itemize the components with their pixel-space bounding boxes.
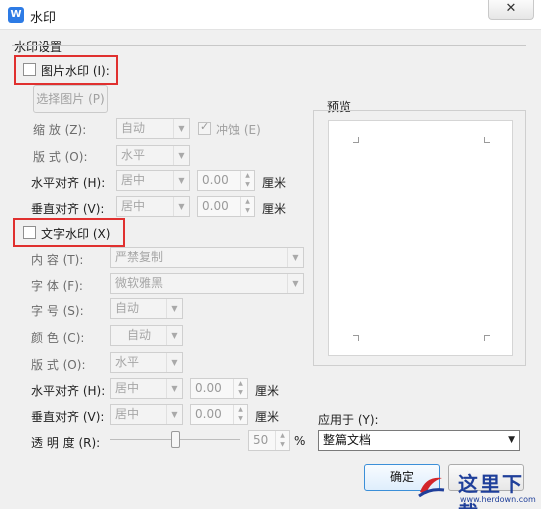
select-picture-button[interactable]: 选择图片 (P) xyxy=(33,85,108,113)
text-layout-label: 版 式 (O): xyxy=(31,358,86,372)
picture-halign-offset[interactable]: 0.00 ▲ ▼ xyxy=(197,170,255,191)
wps-writer-icon: W xyxy=(8,7,24,23)
text-halign-select[interactable]: 居中 ▼ xyxy=(110,378,183,399)
picture-valign-label: 垂直对齐 (V): xyxy=(31,202,105,216)
font-select[interactable]: 微软雅黑 ▼ xyxy=(110,273,304,294)
margin-corner-icon xyxy=(484,335,490,341)
picture-valign-offset[interactable]: 0.00 ▲ ▼ xyxy=(197,196,255,217)
transparency-slider-thumb[interactable] xyxy=(171,431,180,448)
text-halign-unit: 厘米 xyxy=(255,384,280,398)
picture-halign-label: 水平对齐 (H): xyxy=(31,176,106,190)
chevron-down-icon: ▼ xyxy=(166,326,182,345)
color-label: 颜 色 (C): xyxy=(31,331,85,345)
text-halign-offset[interactable]: 0.00 ▲ ▼ xyxy=(190,378,248,399)
apply-to-label: 应用于 (Y): xyxy=(318,413,379,427)
text-halign-label: 水平对齐 (H): xyxy=(31,384,106,398)
text-valign-label: 垂直对齐 (V): xyxy=(31,410,105,424)
chevron-down-icon: ▼ xyxy=(173,146,189,165)
washout-label: 冲蚀 (E) xyxy=(216,123,261,137)
section-title: 水印设置 xyxy=(14,40,63,54)
picture-watermark-label: 图片水印 (I): xyxy=(41,64,110,78)
apply-to-select[interactable]: 整篇文档 ▼ xyxy=(318,430,520,451)
spin-arrows-icon[interactable]: ▲ ▼ xyxy=(240,197,254,216)
washout-checkbox[interactable] xyxy=(198,120,211,135)
transparency-input[interactable]: 50 ▲ ▼ xyxy=(248,430,290,451)
picture-watermark-checkbox[interactable] xyxy=(23,63,36,76)
chevron-down-icon: ▼ xyxy=(287,274,303,293)
site-logo-icon xyxy=(418,477,445,498)
chevron-down-icon: ▼ xyxy=(166,299,182,318)
chevron-down-icon: ▼ xyxy=(166,379,182,398)
margin-corner-icon xyxy=(353,137,359,143)
text-valign-offset[interactable]: 0.00 ▲ ▼ xyxy=(190,404,248,425)
picture-halign-select[interactable]: 居中 ▼ xyxy=(116,170,190,191)
content-select[interactable]: 严禁复制 ▼ xyxy=(110,247,304,268)
chevron-down-icon: ▼ xyxy=(173,171,189,190)
spin-arrows-icon[interactable]: ▲ ▼ xyxy=(240,171,254,190)
size-label: 字 号 (S): xyxy=(31,304,84,318)
spin-arrows-icon[interactable]: ▲ ▼ xyxy=(275,431,289,450)
picture-layout-select[interactable]: 水平 ▼ xyxy=(116,145,190,166)
picture-layout-label: 版 式 (O): xyxy=(33,150,88,164)
section-divider xyxy=(12,45,526,46)
window-title: 水印 xyxy=(30,11,57,26)
chevron-down-icon: ▼ xyxy=(508,435,515,445)
picture-valign-unit: 厘米 xyxy=(262,202,287,216)
chevron-down-icon: ▼ xyxy=(287,248,303,267)
preview-page xyxy=(328,120,513,356)
margin-corner-icon xyxy=(353,335,359,341)
transparency-unit: % xyxy=(294,434,306,448)
site-watermark: 这里下载 www.herdown.com xyxy=(410,466,541,509)
close-button[interactable]: ✕ xyxy=(488,0,534,20)
scale-label: 缩 放 (Z): xyxy=(33,123,87,137)
text-layout-select[interactable]: 水平 ▼ xyxy=(110,352,183,373)
transparency-label: 透 明 度 (R): xyxy=(31,436,101,450)
chevron-down-icon: ▼ xyxy=(166,405,182,424)
picture-halign-unit: 厘米 xyxy=(262,176,287,190)
margin-corner-icon xyxy=(484,137,490,143)
text-watermark-checkbox[interactable] xyxy=(23,226,36,239)
text-valign-select[interactable]: 居中 ▼ xyxy=(110,404,183,425)
content-label: 内 容 (T): xyxy=(31,253,84,267)
text-valign-unit: 厘米 xyxy=(255,410,280,424)
font-label: 字 体 (F): xyxy=(31,279,83,293)
site-watermark-url: www.herdown.com xyxy=(460,495,536,504)
chevron-down-icon: ▼ xyxy=(166,353,182,372)
color-select[interactable]: 自动 ▼ xyxy=(110,325,183,346)
size-select[interactable]: 自动 ▼ xyxy=(110,298,183,319)
picture-valign-select[interactable]: 居中 ▼ xyxy=(116,196,190,217)
spin-arrows-icon[interactable]: ▲ ▼ xyxy=(233,379,247,398)
title-bar: W 水印 ✕ xyxy=(0,0,541,30)
scale-select[interactable]: 自动 ▼ xyxy=(116,118,190,139)
text-watermark-label: 文字水印 (X) xyxy=(41,227,111,241)
spin-arrows-icon[interactable]: ▲ ▼ xyxy=(233,405,247,424)
chevron-down-icon: ▼ xyxy=(173,197,189,216)
chevron-down-icon: ▼ xyxy=(173,119,189,138)
